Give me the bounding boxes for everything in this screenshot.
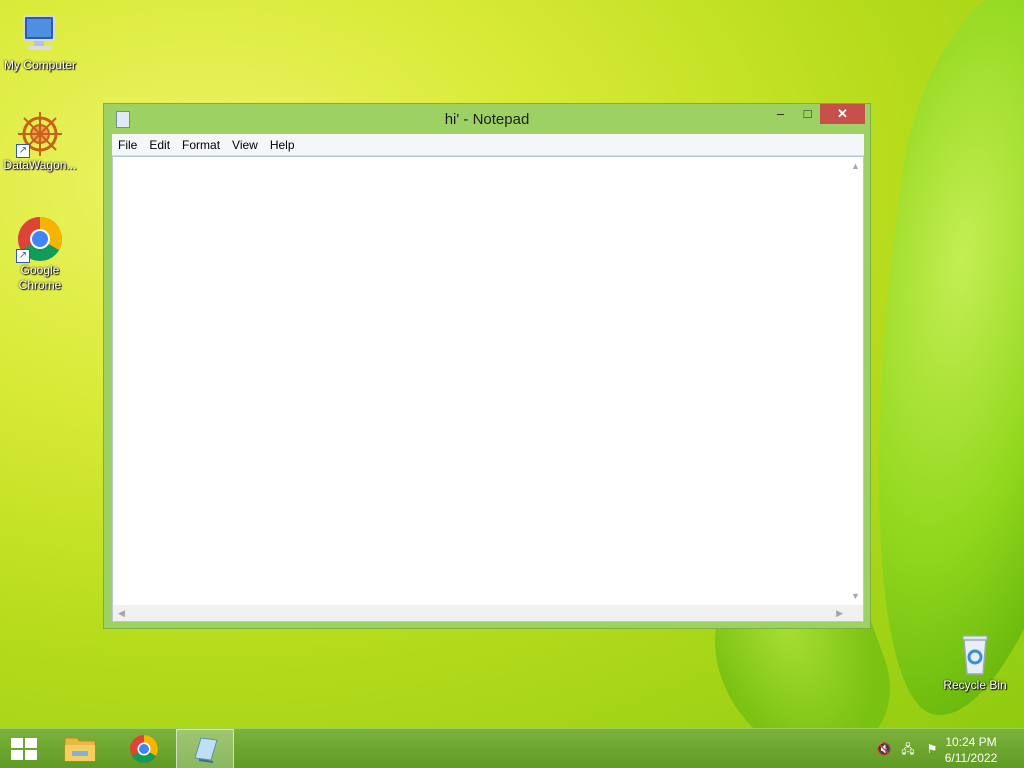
- minimize-button[interactable]: –: [767, 104, 794, 124]
- desktop-icon-my-computer[interactable]: My Computer: [0, 10, 80, 73]
- datawagon-icon: ↗: [16, 110, 64, 158]
- desktop-icon-label: My Computer: [3, 58, 77, 72]
- menu-view[interactable]: View: [226, 134, 264, 153]
- close-button[interactable]: ✕: [820, 104, 865, 124]
- desktop-icon-label: DataWagon...: [3, 158, 77, 172]
- shortcut-arrow-icon: ↗: [16, 249, 30, 263]
- desktop-icon-label: Google Chrome: [18, 263, 62, 292]
- windows-start-icon: [11, 738, 37, 760]
- notepad-window[interactable]: hi' - Notepad – □ ✕ File Edit Format View He…: [103, 103, 871, 629]
- scroll-right-arrow-icon[interactable]: ▶: [836, 608, 843, 619]
- system-clock[interactable]: 10:24 PM 6/11/2022: [936, 734, 1006, 766]
- chrome-icon: ↗: [16, 215, 64, 263]
- desktop-icon-datawagon[interactable]: ↗ DataWagon...: [0, 110, 80, 173]
- menu-format[interactable]: Format: [176, 134, 226, 153]
- desktop-icon-label: Recycle Bin: [943, 678, 1007, 692]
- taskbar-chrome[interactable]: [116, 729, 172, 768]
- menu-help[interactable]: Help: [264, 134, 301, 153]
- taskbar-notepad[interactable]: [176, 729, 234, 768]
- menu-file[interactable]: File: [112, 134, 143, 153]
- window-title: hi' - Notepad: [444, 111, 530, 128]
- scroll-left-arrow-icon[interactable]: ◀: [118, 608, 125, 619]
- scroll-down-arrow-icon[interactable]: ▼: [851, 591, 860, 601]
- network-icon[interactable]: 🖧: [900, 741, 916, 757]
- clock-date: 6/11/2022: [944, 751, 998, 765]
- system-tray: 🔇 🖧 ⚑ 10:24 PM 6/11/2022: [864, 729, 1024, 768]
- recycle-bin-icon: [951, 630, 999, 678]
- scroll-up-arrow-icon[interactable]: ▲: [851, 161, 860, 171]
- menu-bar: File Edit Format View Help: [112, 134, 864, 156]
- horizontal-scrollbar[interactable]: ◀ ▶: [113, 605, 848, 621]
- maximize-button[interactable]: □: [794, 104, 821, 124]
- menu-edit[interactable]: Edit: [143, 134, 176, 153]
- chrome-icon: [130, 735, 158, 763]
- resize-grip-icon[interactable]: [848, 605, 863, 621]
- speaker-muted-icon[interactable]: 🔇: [876, 741, 892, 757]
- vertical-scrollbar[interactable]: ▲ ▼: [848, 157, 863, 605]
- desktop-icon-recycle-bin[interactable]: Recycle Bin: [935, 630, 1015, 693]
- taskbar: 🔇 🖧 ⚑ 10:24 PM 6/11/2022: [0, 728, 1024, 768]
- desktop: My Computer ↗ DataWagon... ↗ Google Chro…: [0, 0, 1024, 728]
- computer-icon: [16, 10, 64, 58]
- text-editor-area[interactable]: ▲ ▼ ◀ ▶: [112, 156, 864, 622]
- clock-time: 10:24 PM: [945, 735, 997, 749]
- notepad-icon: [194, 737, 218, 763]
- window-titlebar[interactable]: hi' - Notepad – □ ✕: [104, 104, 870, 134]
- file-explorer-icon: [64, 737, 96, 762]
- desktop-icon-google-chrome[interactable]: ↗ Google Chrome: [0, 215, 80, 293]
- shortcut-arrow-icon: ↗: [16, 144, 30, 158]
- start-button[interactable]: [0, 729, 48, 768]
- taskbar-file-explorer[interactable]: [52, 729, 108, 768]
